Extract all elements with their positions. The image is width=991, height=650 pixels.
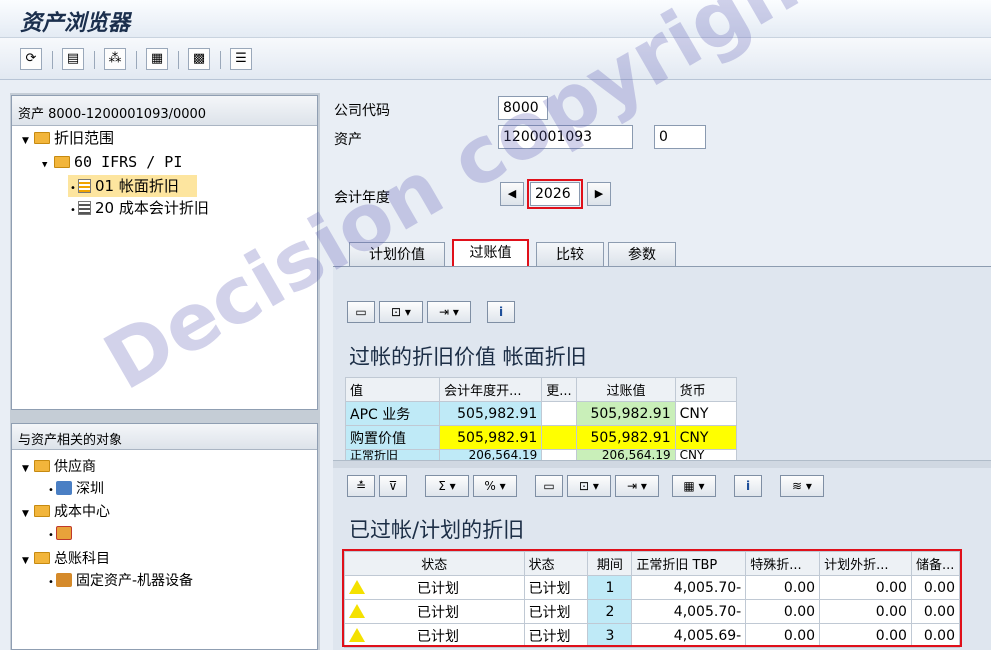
tab-parameters[interactable]: 参数 [608,242,676,268]
cell: CNY [674,425,738,450]
folder-icon [34,505,50,517]
print-button-2[interactable]: ▭ [535,475,563,497]
cell: 505,982.91 [576,425,676,450]
subasset-field[interactable]: 0 [654,125,706,149]
related-item-gl-account[interactable]: • 固定资产-机器设备 [46,570,193,592]
column-header[interactable]: 会计年度开... [439,377,543,402]
info-button-2[interactable]: i [734,475,762,497]
related-item-cost-center[interactable]: • [46,523,76,545]
view-menu-button-2[interactable]: ⊡ ▾ [567,475,611,497]
upper-table-title: 过帐的折旧价值 帐面折旧 [349,345,587,369]
tab-comparison[interactable]: 比较 [536,242,604,268]
expand-arrow-icon[interactable]: ▼ [22,130,34,152]
tree-item-book-depreciation[interactable]: • 01 帐面折旧 [68,175,197,197]
table-row[interactable]: 购置价值 505,982.91 505,982.91 CNY [344,425,738,450]
info-button[interactable]: i [487,301,515,323]
gl-account-icon [56,573,72,587]
company-code-field[interactable]: 8000 [498,96,548,120]
title-bar: 资产浏览器 [0,0,991,38]
related-node-gl-account[interactable]: ▼ 总账科目 [22,548,110,570]
filter-button[interactable]: ⊽ [379,475,407,497]
export-menu-button[interactable]: ⇥ ▾ [427,301,471,323]
document-icon [78,179,91,193]
cell: 正常折旧 [344,449,441,461]
print-button[interactable]: ▭ [347,301,375,323]
column-header[interactable]: 值 [344,377,441,402]
save-icon[interactable]: ▤ [62,48,84,70]
vendor-icon [56,481,72,495]
column-header[interactable]: 货币 [674,377,738,402]
cell [541,425,578,450]
cell: 206,564.19 [576,449,676,461]
fiscal-year-label: 会计年度 [334,190,390,206]
cell: 505,982.91 [439,401,543,426]
table-row[interactable]: 正常折旧 206,564.19 206,564.19 CNY [344,449,738,461]
tree-item-cost-depreciation[interactable]: • 20 成本会计折旧 [68,197,209,219]
posted-values-table: 值 会计年度开... 更... 过账值 货币 APC 业务 505,982.91… [344,377,738,461]
asset-label: 资产 [334,132,362,148]
column-header[interactable]: 更... [541,377,578,402]
previous-year-button[interactable]: ◀ [500,182,524,206]
main-toolbar: ⟳ ▤ ⁂ ▦ ▩ ☰ [0,38,991,80]
highlight-box-tab [452,239,529,269]
view-menu-button[interactable]: ⊡ ▾ [379,301,423,323]
pane-splitter[interactable] [333,460,991,468]
table-header-row: 值 会计年度开... 更... 过账值 货币 [344,377,738,402]
folder-icon [34,552,50,564]
tab-planned-values[interactable]: 计划价值 [349,242,445,268]
refresh-icon[interactable]: ⟳ [20,48,42,70]
company-code-label: 公司代码 [334,103,390,119]
asset-tree: 资产 8000-1200001093/0000 ▼ 折旧范围 ▼ 60 IFRS /… [11,95,318,410]
layout-icon[interactable]: ▦ [146,48,168,70]
cell: CNY [674,449,738,461]
cell [541,449,578,461]
cell: APC 业务 [344,401,441,426]
expand-arrow-icon[interactable]: ▼ [42,154,54,176]
find-icon[interactable]: ⁂ [104,48,126,70]
highlight-box-year [527,179,583,209]
cell [541,401,578,426]
cost-center-icon [56,526,72,540]
graphic-menu-button[interactable]: ≋ ▾ [780,475,824,497]
sum-menu-button[interactable]: Σ ▾ [425,475,469,497]
related-item-shenzhen[interactable]: • 深圳 [46,478,104,500]
highlight-box-table [342,549,962,647]
subtotal-menu-button[interactable]: % ▾ [473,475,517,497]
table-row[interactable]: APC 业务 505,982.91 505,982.91 CNY [344,401,738,426]
related-node-cost-center[interactable]: ▼ 成本中心 [22,501,110,523]
related-node-vendor[interactable]: ▼ 供应商 [22,456,96,478]
lower-table-title: 已过帐/计划的折旧 [349,518,525,542]
tree-node-depreciation-areas[interactable]: ▼ 折旧范围 [22,127,114,149]
folder-icon [34,460,50,472]
document-icon [78,201,91,215]
column-header[interactable]: 过账值 [576,377,676,402]
folder-icon [54,156,70,168]
cell: 购置价值 [344,425,441,450]
sort-ascending-button[interactable]: ≛ [347,475,375,497]
cell: CNY [674,401,738,426]
window-title: 资产浏览器 [20,10,131,36]
related-header: 与资产相关的对象 [12,424,317,450]
asset-number-field[interactable]: 1200001093 [498,125,633,149]
tree-node-ifrs[interactable]: ▼ 60 IFRS / PI [42,151,182,173]
cell: 206,564.19 [439,449,543,461]
folder-icon [34,132,50,144]
tree-header: 资产 8000-1200001093/0000 [12,96,317,126]
related-objects-panel: 与资产相关的对象 ▼ 供应商 • 深圳 ▼ 成本中心 • ▼ 总账科目 • 固定资产-机器… [11,423,318,650]
cell: 505,982.91 [439,425,543,450]
list-icon[interactable]: ☰ [230,48,252,70]
grid-icon[interactable]: ▩ [188,48,210,70]
layout-menu-button[interactable]: ▦ ▾ [672,475,716,497]
export-menu-button-2[interactable]: ⇥ ▾ [615,475,659,497]
next-year-button[interactable]: ▶ [587,182,611,206]
tab-strip: 计划价值 过账值 比较 参数 [333,239,991,269]
cell: 505,982.91 [576,401,676,426]
